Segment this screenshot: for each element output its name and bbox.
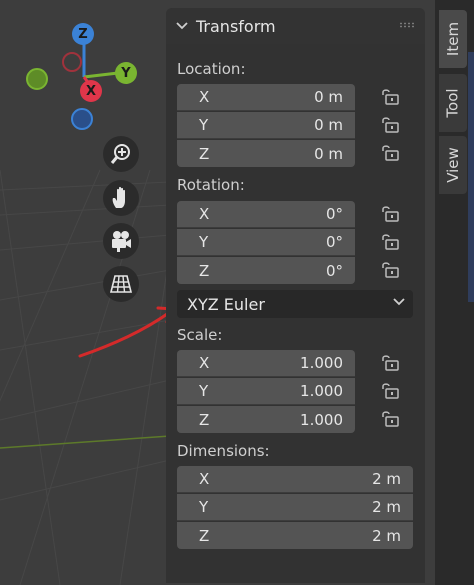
unlock-icon bbox=[382, 89, 399, 105]
location-x-lock-toggle[interactable] bbox=[379, 86, 401, 108]
gizmo-z-label: Z bbox=[78, 26, 88, 42]
gizmo-y-axis[interactable]: Y bbox=[115, 62, 137, 84]
rotation-z-field[interactable]: Z 0° bbox=[177, 257, 355, 284]
gizmo-z-axis[interactable]: Z bbox=[72, 23, 94, 45]
scale-z-field[interactable]: Z 1.000 bbox=[177, 406, 355, 433]
scale-y-field[interactable]: Y 1.000 bbox=[177, 378, 355, 405]
dimensions-label: Dimensions: bbox=[177, 442, 270, 460]
rotation-z-lock-toggle[interactable] bbox=[379, 259, 401, 281]
rotation-mode-value: XYZ Euler bbox=[187, 294, 265, 314]
transform-panel: Transform Location: X 0 m Y 0 m Z 0 m Ro… bbox=[166, 8, 425, 583]
rotation-y-field[interactable]: Y 0° bbox=[177, 229, 355, 256]
rotation-y-lock-toggle[interactable] bbox=[379, 231, 401, 253]
gizmo-x-negative[interactable] bbox=[62, 52, 82, 72]
rotation-x-field[interactable]: X 0° bbox=[177, 201, 355, 228]
rotation-mode-dropdown[interactable]: XYZ Euler bbox=[177, 290, 413, 318]
chevron-down-icon bbox=[393, 298, 405, 306]
scale-x-field[interactable]: X 1.000 bbox=[177, 350, 355, 377]
unlock-icon bbox=[382, 262, 399, 278]
scrollbar[interactable] bbox=[468, 52, 474, 302]
transform-panel-header[interactable]: Transform bbox=[166, 8, 425, 44]
perspective-toggle-button[interactable] bbox=[103, 266, 139, 302]
dimensions-x-field[interactable]: X 2 m bbox=[177, 466, 413, 493]
unlock-icon bbox=[382, 145, 399, 161]
gizmo-z-negative[interactable] bbox=[71, 108, 93, 130]
camera-view-button[interactable] bbox=[103, 223, 139, 259]
scale-z-lock-toggle[interactable] bbox=[379, 408, 401, 430]
chevron-down-icon bbox=[176, 22, 188, 30]
location-y-lock-toggle[interactable] bbox=[379, 114, 401, 136]
unlock-icon bbox=[382, 234, 399, 250]
scale-label: Scale: bbox=[177, 326, 223, 344]
rotation-label: Rotation: bbox=[177, 176, 245, 194]
dimensions-z-field[interactable]: Z 2 m bbox=[177, 522, 413, 549]
scale-y-lock-toggle[interactable] bbox=[379, 380, 401, 402]
panel-title: Transform bbox=[196, 16, 276, 36]
zoom-button[interactable] bbox=[103, 136, 139, 172]
gizmo-x-label: X bbox=[85, 83, 97, 99]
unlock-icon bbox=[382, 411, 399, 427]
location-z-lock-toggle[interactable] bbox=[379, 142, 401, 164]
tab-item[interactable]: Item bbox=[439, 10, 467, 68]
rotation-x-lock-toggle[interactable] bbox=[379, 203, 401, 225]
sidebar-tabs: Item Tool View bbox=[435, 0, 474, 585]
gizmo-y-label: Y bbox=[121, 65, 131, 81]
location-z-field[interactable]: Z 0 m bbox=[177, 140, 355, 167]
gizmo-y-negative[interactable] bbox=[26, 68, 48, 90]
dimensions-y-field[interactable]: Y 2 m bbox=[177, 494, 413, 521]
drag-grip-icon[interactable] bbox=[399, 22, 415, 28]
camera-icon bbox=[112, 231, 131, 252]
location-x-field[interactable]: X 0 m bbox=[177, 84, 355, 111]
location-label: Location: bbox=[177, 60, 246, 78]
location-y-field[interactable]: Y 0 m bbox=[177, 112, 355, 139]
tab-view[interactable]: View bbox=[439, 136, 467, 194]
grid-perspective-icon bbox=[109, 275, 133, 293]
pan-button[interactable] bbox=[103, 180, 139, 216]
zoom-icon bbox=[110, 144, 130, 164]
tab-tool[interactable]: Tool bbox=[439, 74, 467, 132]
unlock-icon bbox=[382, 383, 399, 399]
scale-x-lock-toggle[interactable] bbox=[379, 352, 401, 374]
unlock-icon bbox=[382, 355, 399, 371]
gizmo-x-axis[interactable]: X bbox=[80, 80, 102, 102]
hand-pan-icon bbox=[112, 186, 125, 208]
unlock-icon bbox=[382, 206, 399, 222]
unlock-icon bbox=[382, 117, 399, 133]
